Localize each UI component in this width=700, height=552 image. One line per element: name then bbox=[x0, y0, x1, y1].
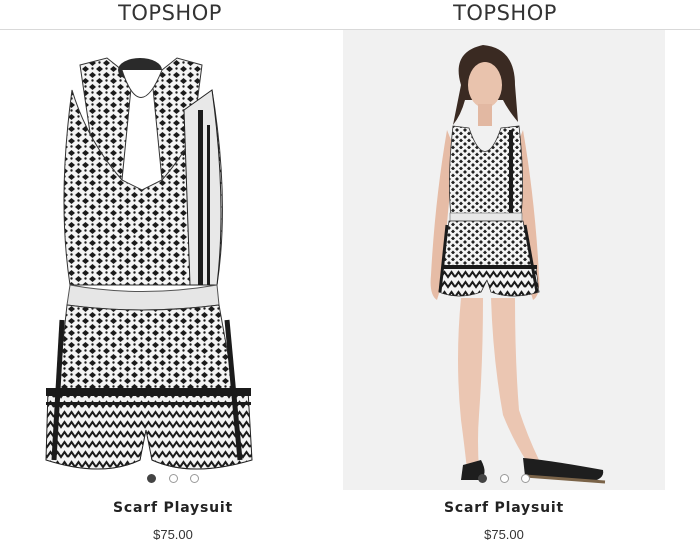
product-card[interactable]: Scarf Playsuit $75.00 bbox=[12, 30, 334, 552]
product-price: $75.00 bbox=[153, 527, 193, 542]
product-title[interactable]: Scarf Playsuit bbox=[343, 500, 665, 516]
brand-name[interactable]: TOPSHOP bbox=[0, 0, 340, 26]
product-card[interactable]: Scarf Playsuit $75.00 bbox=[343, 30, 665, 552]
carousel-dot[interactable] bbox=[520, 474, 530, 483]
product-image[interactable] bbox=[343, 30, 665, 490]
model-wearing-playsuit-illustration bbox=[430, 45, 606, 484]
product-price: $75.00 bbox=[484, 527, 524, 542]
carousel-dot[interactable] bbox=[189, 474, 199, 483]
playsuit-flat-illustration bbox=[45, 57, 253, 470]
carousel-dot[interactable] bbox=[168, 474, 178, 483]
carousel-dot[interactable] bbox=[499, 474, 509, 483]
product-title[interactable]: Scarf Playsuit bbox=[12, 500, 334, 516]
carousel-dot[interactable] bbox=[147, 474, 157, 483]
brand-row: TOPSHOP TOPSHOP bbox=[0, 0, 700, 30]
carousel-dots bbox=[343, 470, 665, 488]
product-image[interactable] bbox=[12, 30, 334, 490]
carousel-dots bbox=[12, 470, 334, 488]
brand-name[interactable]: TOPSHOP bbox=[335, 0, 675, 26]
carousel-dot[interactable] bbox=[478, 474, 488, 483]
